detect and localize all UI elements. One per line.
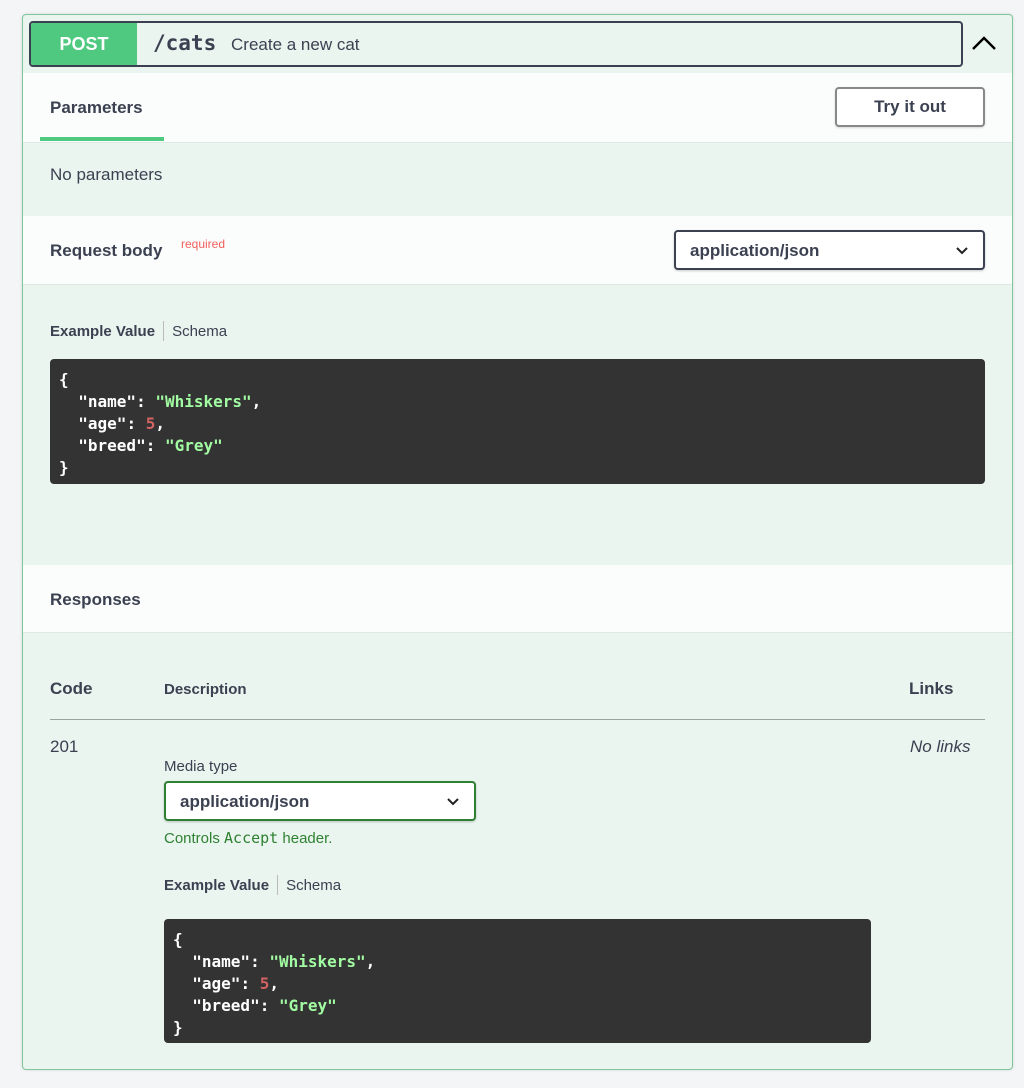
collapse-button[interactable] — [969, 29, 999, 59]
parameters-header: Parameters Try it out — [23, 73, 1012, 143]
tab-example-value[interactable]: Example Value — [50, 323, 155, 340]
response-example-tabs: Example Value Schema — [164, 875, 341, 895]
tab-schema[interactable]: Schema — [286, 877, 341, 894]
operation-summary-box[interactable]: POST /cats Create a new cat — [29, 21, 963, 67]
required-label: required — [181, 237, 226, 251]
column-header-description: Description — [164, 681, 247, 698]
response-status-code: 201 — [50, 737, 79, 756]
tab-divider — [277, 875, 279, 895]
response-example-code: { "name": "Whiskers", "age": 5, "breed":… — [164, 919, 871, 1043]
column-header-code: Code — [50, 679, 93, 698]
try-it-out-button[interactable]: Try it out — [835, 87, 985, 127]
endpoint-path: /cats — [153, 31, 217, 55]
tab-schema[interactable]: Schema — [172, 323, 227, 340]
chevron-down-icon — [447, 798, 459, 806]
controls-accept-note: Controls Accept header. — [164, 829, 333, 847]
response-links: No links — [910, 737, 971, 756]
response-media-type-select[interactable]: application/json — [164, 781, 476, 821]
no-parameters-text: No parameters — [50, 165, 163, 184]
responses-header: Responses — [23, 565, 1012, 633]
response-media-type-value: application/json — [180, 792, 310, 811]
column-header-links: Links — [909, 679, 954, 698]
table-header-divider — [50, 719, 985, 720]
media-type-label: Media type — [164, 758, 238, 775]
chevron-down-icon — [956, 247, 968, 255]
request-body-title: Request body — [50, 241, 163, 260]
request-content-type-value: application/json — [690, 241, 820, 260]
request-body-header: Request body required application/json — [23, 216, 1012, 285]
operation-block: POST /cats Create a new cat Parameters T… — [22, 14, 1013, 1070]
operation-summary-text: Create a new cat — [231, 35, 360, 54]
request-content-type-select[interactable]: application/json — [674, 230, 985, 270]
chevron-up-icon — [972, 36, 996, 50]
operation-summary[interactable]: POST /cats Create a new cat — [23, 15, 1012, 73]
tab-divider — [163, 321, 165, 341]
request-example-tabs: Example Value Schema — [50, 321, 227, 341]
tab-parameters[interactable]: Parameters — [50, 98, 143, 118]
tab-example-value[interactable]: Example Value — [164, 877, 269, 894]
request-example-code: { "name": "Whiskers", "age": 5, "breed":… — [50, 359, 985, 484]
http-method-badge: POST — [31, 23, 137, 65]
active-tab-indicator — [40, 137, 164, 141]
responses-title: Responses — [50, 590, 141, 609]
